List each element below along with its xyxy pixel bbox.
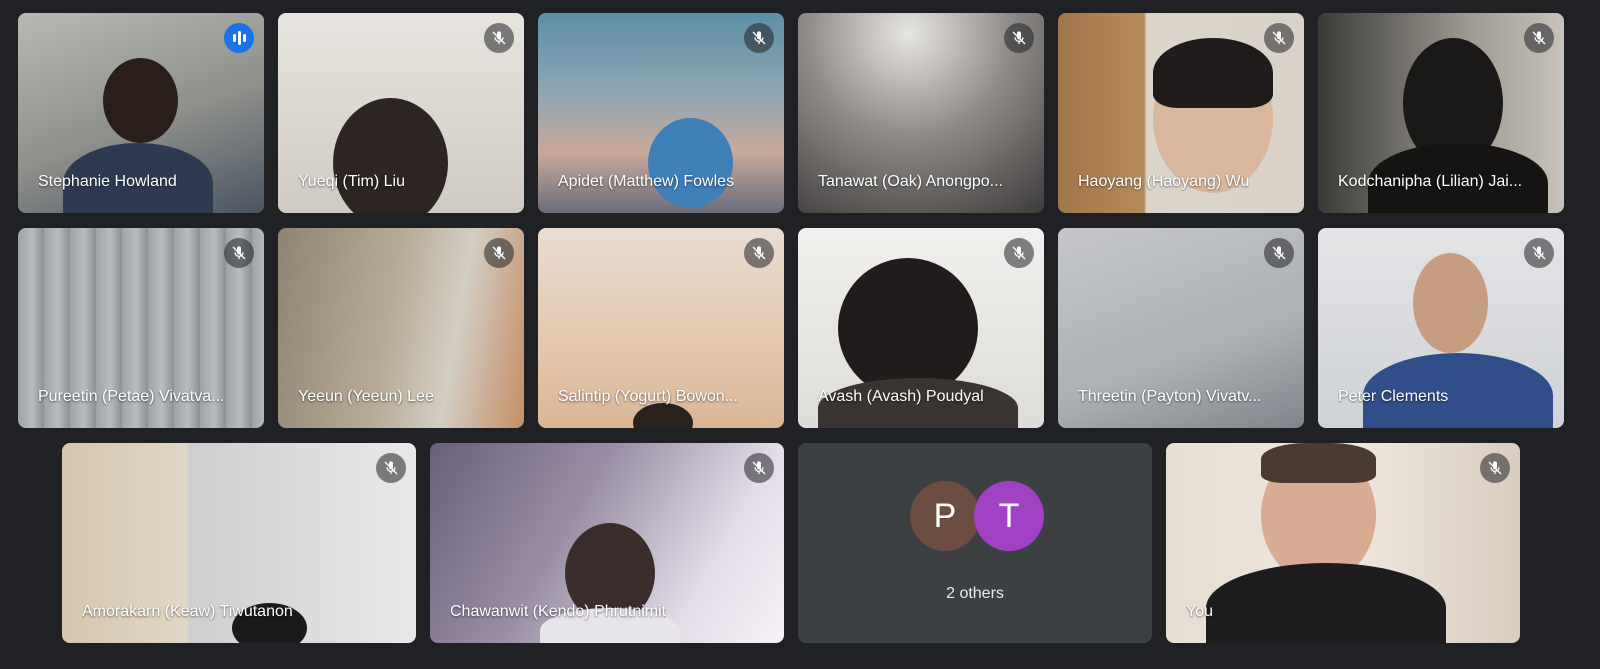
avatar-t: T xyxy=(974,481,1044,551)
participant-name: Salintip (Yogurt) Bowon... xyxy=(558,388,738,405)
participant-name: Pureetin (Petae) Vivatva... xyxy=(38,388,225,405)
mic-off-icon xyxy=(744,238,774,268)
avatar-p: P xyxy=(910,481,980,551)
participant-name: Amorakarn (Keaw) Tiwutanon xyxy=(82,603,293,620)
mic-off-icon xyxy=(376,453,406,483)
mic-off-icon xyxy=(484,238,514,268)
participant-tile-yueqi-liu[interactable]: Yueqi (Tim) Liu xyxy=(278,13,524,213)
mic-off-icon xyxy=(1480,453,1510,483)
mic-off-icon xyxy=(744,453,774,483)
participant-name: Yeeun (Yeeun) Lee xyxy=(298,388,434,405)
mic-off-icon xyxy=(1004,238,1034,268)
participant-tile-chawanwit-phrutnimit[interactable]: Chawanwit (Kendo) Phrutnimit xyxy=(430,443,784,643)
participant-tile-apidet-fowles[interactable]: Apidet (Matthew) Fowles xyxy=(538,13,784,213)
audio-level-icon xyxy=(224,23,254,53)
participant-name: Threetin (Payton) Vivatv... xyxy=(1078,388,1262,405)
avatar-initial: P xyxy=(933,496,957,535)
participant-name: Chawanwit (Kendo) Phrutnimit xyxy=(450,603,667,620)
participant-tile-haoyang-wu[interactable]: Haoyang (Haoyang) Wu xyxy=(1058,13,1304,213)
participant-head xyxy=(838,258,978,398)
mic-off-icon xyxy=(744,23,774,53)
participant-tile-stephanie-howland[interactable]: Stephanie Howland xyxy=(18,13,264,213)
participant-tile-tanawat-anongpo[interactable]: Tanawat (Oak) Anongpo... xyxy=(798,13,1044,213)
participant-tile-salintip-bowon[interactable]: Salintip (Yogurt) Bowon... xyxy=(538,228,784,428)
participant-name: Stephanie Howland xyxy=(38,173,177,190)
participant-hair xyxy=(1153,38,1273,108)
participant-name: Avash (Avash) Poudyal xyxy=(818,388,984,405)
participant-name: Kodchanipha (Lilian) Jai... xyxy=(1338,173,1523,190)
others-count-label: 2 others xyxy=(946,585,1004,602)
mic-off-icon xyxy=(1264,238,1294,268)
mic-off-icon xyxy=(484,23,514,53)
participant-tile-threetin-vivatv[interactable]: Threetin (Payton) Vivatv... xyxy=(1058,228,1304,428)
mic-off-icon xyxy=(224,238,254,268)
avatar-initial: T xyxy=(998,496,1020,535)
participant-tile-avash-poudyal[interactable]: Avash (Avash) Poudyal xyxy=(798,228,1044,428)
participant-body xyxy=(1206,563,1446,643)
participant-head xyxy=(1413,253,1488,353)
participant-head xyxy=(648,118,733,208)
participant-name: Apidet (Matthew) Fowles xyxy=(558,173,735,190)
others-tile[interactable]: P T 2 others xyxy=(798,443,1152,643)
participant-name: Yueqi (Tim) Liu xyxy=(298,173,405,190)
participant-name: Tanawat (Oak) Anongpo... xyxy=(818,173,1003,190)
participant-tile-kodchanipha-jai[interactable]: Kodchanipha (Lilian) Jai... xyxy=(1318,13,1564,213)
participant-head xyxy=(103,58,178,143)
mic-off-icon xyxy=(1004,23,1034,53)
participant-tile-you[interactable]: You xyxy=(1166,443,1520,643)
mic-off-icon xyxy=(1264,23,1294,53)
participant-name: Peter Clements xyxy=(1338,388,1449,405)
participant-tile-amorakarn-tiwutanon[interactable]: Amorakarn (Keaw) Tiwutanon xyxy=(62,443,416,643)
mic-off-icon xyxy=(1524,238,1554,268)
mic-off-icon xyxy=(1524,23,1554,53)
participant-hair xyxy=(1261,443,1376,483)
participant-name: You xyxy=(1186,603,1213,620)
participant-name: Haoyang (Haoyang) Wu xyxy=(1078,173,1250,190)
participant-tile-yeeun-lee[interactable]: Yeeun (Yeeun) Lee xyxy=(278,228,524,428)
participant-tile-peter-clements[interactable]: Peter Clements xyxy=(1318,228,1564,428)
participant-tile-pureetin-vivatva[interactable]: Pureetin (Petae) Vivatva... xyxy=(18,228,264,428)
